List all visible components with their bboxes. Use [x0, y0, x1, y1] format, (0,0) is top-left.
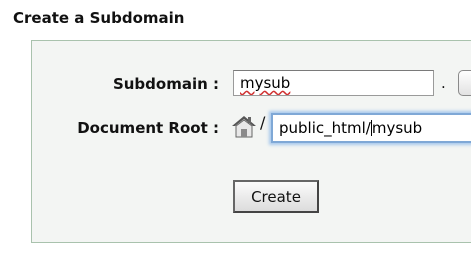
document-root-label: Document Root :: [77, 119, 219, 137]
create-button[interactable]: Create: [233, 180, 319, 213]
docroot-value-before-caret: public_html/: [279, 119, 371, 137]
domain-separator: .: [441, 74, 446, 92]
subdomain-label: Subdomain :: [112, 75, 219, 93]
document-root-input[interactable]: public_html/mysub: [271, 113, 471, 143]
home-icon: [230, 113, 258, 139]
subdomain-input[interactable]: mysub: [233, 70, 434, 96]
domain-select[interactable]: [458, 70, 471, 96]
page-title: Create a Subdomain: [13, 9, 185, 27]
docroot-slash: /: [260, 113, 266, 132]
subdomain-input-value: mysub: [240, 74, 291, 92]
docroot-value-after-caret: mysub: [371, 119, 423, 137]
